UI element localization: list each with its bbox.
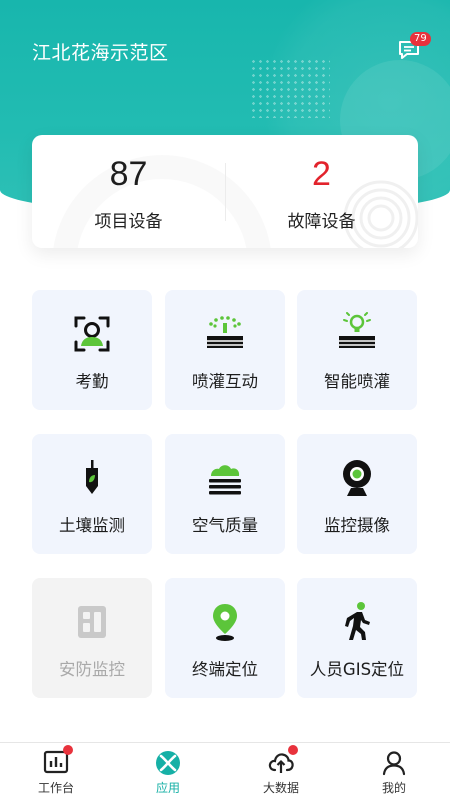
- webcam-icon: [343, 460, 371, 496]
- app-tile-air-quality[interactable]: 空气质量: [165, 434, 285, 554]
- app-tile-attendance[interactable]: 考勤: [32, 290, 152, 410]
- nav-badge-dot: [288, 745, 298, 755]
- person-walking-icon: [345, 602, 370, 640]
- sprinkler-icon: [207, 316, 243, 348]
- app-label: 喷灌互动: [192, 372, 258, 391]
- nav-label: 我的: [381, 781, 406, 795]
- app-tile-camera[interactable]: 监控摄像: [297, 434, 417, 554]
- nav-apps[interactable]: 应用: [112, 743, 224, 800]
- user-icon: [382, 751, 406, 776]
- device-stats-card: 87 项目设备 2 故障设备: [32, 135, 418, 248]
- app-label: 监控摄像: [324, 516, 390, 535]
- nav-label: 应用: [155, 781, 180, 795]
- project-devices-count: 87: [109, 155, 148, 193]
- app-label: 人员GIS定位: [309, 660, 405, 679]
- project-devices-stat[interactable]: 87 项目设备: [32, 135, 225, 248]
- apps-icon: [156, 751, 180, 775]
- app-label: 智能喷灌: [324, 372, 390, 391]
- face-scan-icon: [74, 316, 110, 352]
- nav-big-data[interactable]: 大数据: [225, 743, 337, 800]
- nav-profile[interactable]: 我的: [338, 743, 450, 800]
- soil-sensor-icon: [86, 460, 98, 494]
- nav-label: 工作台: [37, 781, 74, 795]
- fault-devices-count: 2: [312, 155, 331, 193]
- app-tile-sprinkler-interaction[interactable]: 喷灌互动: [165, 290, 285, 410]
- fault-devices-stat[interactable]: 2 故障设备: [225, 135, 418, 248]
- app-tile-terminal-location[interactable]: 终端定位: [165, 578, 285, 698]
- project-devices-label: 项目设备: [94, 212, 163, 232]
- app-tile-smart-irrigation[interactable]: 智能喷灌: [297, 290, 417, 410]
- smart-irrigation-icon: [339, 312, 375, 348]
- app-tile-security[interactable]: 安防监控: [32, 578, 152, 698]
- app-tile-soil-monitoring[interactable]: 土壤监测: [32, 434, 152, 554]
- app-label: 考勤: [75, 372, 109, 391]
- air-quality-icon: [209, 465, 241, 495]
- app-label: 空气质量: [192, 516, 258, 535]
- nav-workbench[interactable]: 工作台: [0, 743, 112, 800]
- bottom-navigation: 工作台 应用 大数据 我的: [0, 742, 450, 800]
- app-tile-personnel-gis[interactable]: 人员GIS定位: [297, 578, 417, 698]
- nav-label: 大数据: [262, 781, 299, 795]
- app-label: 土壤监测: [59, 516, 125, 535]
- security-icon: [78, 606, 106, 638]
- message-badge: 79: [410, 32, 431, 46]
- location-pin-icon: [213, 604, 237, 641]
- app-label: 安防监控: [59, 660, 125, 679]
- app-label: 终端定位: [192, 660, 258, 679]
- header-dot-pattern: [250, 58, 330, 118]
- page-title: 江北花海示范区: [32, 42, 169, 64]
- fault-devices-label: 故障设备: [287, 212, 356, 232]
- nav-badge-dot: [63, 745, 73, 755]
